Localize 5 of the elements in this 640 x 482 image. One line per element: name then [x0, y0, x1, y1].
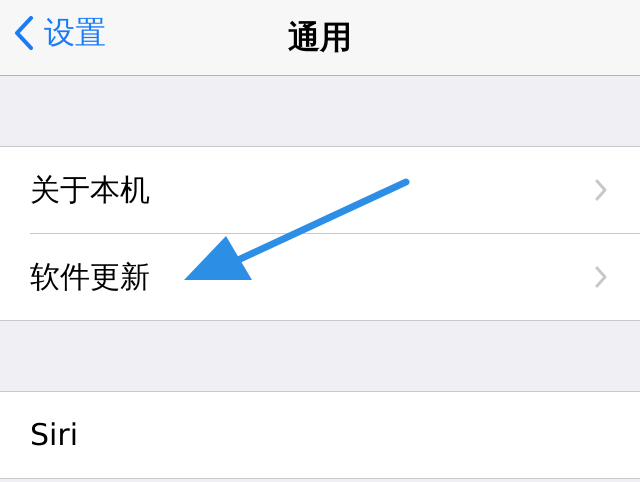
settings-row[interactable]: Siri: [0, 392, 640, 478]
back-chevron-icon: [14, 16, 34, 50]
settings-row[interactable]: 关于本机: [0, 147, 640, 233]
screen-title: 通用: [288, 16, 352, 58]
back-button[interactable]: 设置: [14, 12, 106, 54]
